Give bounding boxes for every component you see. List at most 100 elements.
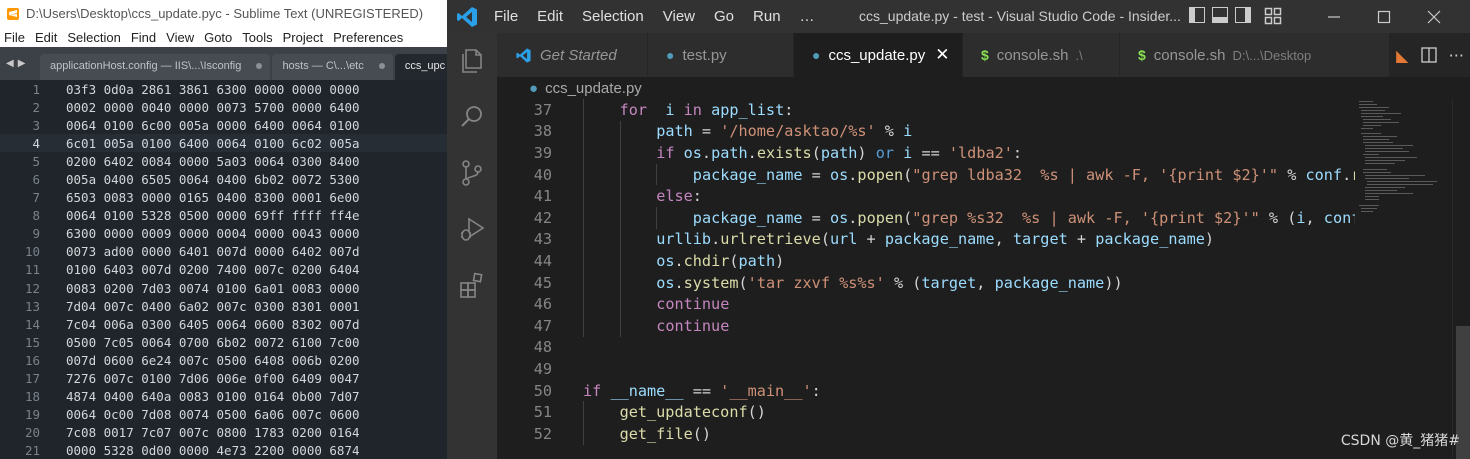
maximize-button[interactable]	[1359, 0, 1409, 33]
line-number: 16	[24, 352, 40, 368]
code-token: +	[857, 230, 885, 249]
tab-close-icon[interactable]: ✕	[935, 45, 949, 65]
hex-bytes: 7d04 007c 0400 6a02 007c 0300 8301 0001	[66, 298, 360, 314]
tab-test-py[interactable]: ● test.py	[648, 33, 794, 77]
customize-layout-icon[interactable]	[1264, 7, 1282, 25]
vscode-menu-view[interactable]: View	[663, 8, 695, 25]
toggle-secondary-sidebar-icon[interactable]	[1235, 7, 1251, 23]
code-text: continue	[552, 317, 729, 335]
code-token: '__main__'	[720, 381, 812, 400]
sublime-menu-edit[interactable]: Edit	[30, 30, 62, 45]
code-token: ==	[683, 381, 721, 400]
sublime-menu-file[interactable]: File	[0, 30, 30, 45]
line-number: 7	[32, 190, 40, 206]
code-token: target	[921, 273, 977, 292]
sublime-menu-view[interactable]: View	[161, 30, 199, 45]
tab-close-dot-icon[interactable]	[378, 63, 385, 70]
code-token: )	[857, 143, 876, 162]
sublime-hex-editor[interactable]: 1 03f3 0d0a 2861 3861 6300 0000 0000 0000…	[0, 80, 447, 459]
code-token: path	[711, 143, 748, 162]
hex-bytes: 0083 0200 7d03 0074 0100 6a01 0083 0000	[66, 280, 360, 296]
code-token: '/home/asktao/%s'	[720, 122, 876, 141]
vscode-menu-edit[interactable]: Edit	[537, 8, 563, 25]
code-token: chdir	[683, 251, 730, 270]
code-editor[interactable]: 37 for i in app_list: 38 path = '/home/askt…	[497, 99, 1355, 459]
line-number: 21	[24, 443, 40, 459]
more-actions-icon[interactable]: ···	[1449, 46, 1464, 65]
indent-guide	[656, 207, 658, 229]
tab-close-dot-icon[interactable]	[256, 63, 263, 70]
minimize-button[interactable]	[1309, 0, 1359, 33]
rss-feed-icon[interactable]: ◣	[1396, 46, 1408, 65]
vscode-menu-go[interactable]: Go	[714, 8, 734, 25]
activity-bar	[447, 33, 497, 459]
code-token: .	[674, 251, 684, 270]
activity-search[interactable]	[447, 89, 497, 145]
tab-console-sh-desktop[interactable]: $ console.sh D:\...\Desktop	[1120, 33, 1390, 77]
tab-console-sh-local[interactable]: $ console.sh .\	[963, 33, 1120, 77]
breadcrumb-file[interactable]: ccs_update.py	[545, 80, 642, 97]
sublime-menu-tools[interactable]: Tools	[237, 30, 277, 45]
tab-get-started[interactable]: Get Started	[497, 33, 648, 77]
tab-nav-arrows-icon[interactable]: ◀▶	[6, 58, 29, 69]
activity-source-control[interactable]	[447, 145, 497, 201]
sublime-menu-goto[interactable]: Goto	[199, 30, 237, 45]
code-token: os	[683, 143, 702, 162]
sublime-menu-find[interactable]: Find	[126, 30, 161, 45]
editor-tab-bar: Get Started ● test.py ● ccs_update.py ✕ …	[497, 33, 1470, 77]
vscode-menu-more[interactable]: …	[800, 8, 815, 25]
hex-line: 1 03f3 0d0a 2861 3861 6300 0000 0000 0000	[0, 80, 447, 98]
hex-bytes: 005a 0400 6505 0064 0400 6b02 0072 5300	[66, 172, 360, 188]
code-line: 46 continue	[497, 293, 730, 315]
line-number: 50	[533, 381, 552, 400]
tab-label: console.sh	[996, 46, 1069, 64]
toggle-primary-sidebar-icon[interactable]	[1189, 7, 1205, 23]
toggle-panel-icon[interactable]	[1212, 7, 1228, 23]
vscode-menu-selection[interactable]: Selection	[582, 8, 644, 25]
code-token: package_name	[884, 230, 995, 249]
sublime-menu-preferences[interactable]: Preferences	[328, 30, 408, 45]
code-token: if	[656, 143, 684, 162]
code-token: 'ldba2'	[948, 143, 1013, 162]
code-token: conf	[1323, 208, 1355, 227]
code-token: (	[903, 208, 913, 227]
code-token: .	[674, 273, 684, 292]
hex-line: 6 005a 0400 6505 0064 0400 6b02 0072 5300	[0, 170, 447, 188]
activity-run-debug[interactable]	[447, 201, 497, 257]
line-number: 12	[24, 280, 40, 296]
hex-bytes: 007d 0600 6e24 007c 0500 6408 006b 0200	[66, 352, 360, 368]
code-token: package_name	[1095, 230, 1205, 249]
activity-explorer[interactable]	[447, 33, 497, 89]
code-line: 41 else:	[497, 185, 702, 207]
sublime-tab-applicationhost[interactable]: applicationHost.config — IIS\...\Isconfi…	[40, 54, 271, 80]
hex-bytes: 0200 6402 0084 0000 5a03 0064 0300 8400	[66, 153, 360, 169]
code-line: 49	[497, 358, 583, 380]
code-text: path = '/home/asktao/%s' % i	[552, 122, 912, 140]
vscode-window-title: ccs_update.py - test - Visual Studio Cod…	[859, 8, 1181, 24]
vscode-window: File Edit Selection View Go Run … ccs_up…	[447, 0, 1470, 459]
code-text: for i in app_list:	[552, 100, 794, 119]
sublime-menu-selection[interactable]: Selection	[62, 30, 125, 45]
split-editor-icon[interactable]	[1420, 47, 1437, 63]
minimap[interactable]	[1355, 99, 1452, 459]
code-token: path	[738, 251, 776, 270]
line-number: 20	[24, 425, 40, 441]
sublime-tab-ccs-update[interactable]: ccs_upc	[394, 54, 447, 80]
activity-extensions[interactable]	[447, 257, 497, 313]
vertical-scrollbar[interactable]	[1452, 99, 1470, 459]
sublime-tab-label: applicationHost.config — IIS\...\Isconfi…	[50, 60, 242, 72]
code-token: package_name	[692, 165, 803, 184]
sublime-title-bar: D:\Users\Desktop\ccs_update.pyc - Sublim…	[0, 0, 447, 27]
code-token: path	[820, 143, 858, 162]
line-number: 46	[533, 295, 552, 314]
code-token: ,	[976, 273, 995, 292]
vscode-menu-file[interactable]: File	[494, 8, 518, 25]
code-token: in	[674, 100, 712, 119]
vscode-menu-run[interactable]: Run	[753, 8, 781, 25]
sublime-tab-hosts[interactable]: hosts — C\...\etc	[272, 54, 393, 80]
code-token: os	[829, 208, 849, 227]
close-window-button[interactable]	[1409, 0, 1459, 33]
sublime-menu-project[interactable]: Project	[278, 30, 328, 45]
tab-ccs-update-py[interactable]: ● ccs_update.py ✕	[794, 33, 963, 77]
code-token: conf	[1305, 165, 1343, 184]
